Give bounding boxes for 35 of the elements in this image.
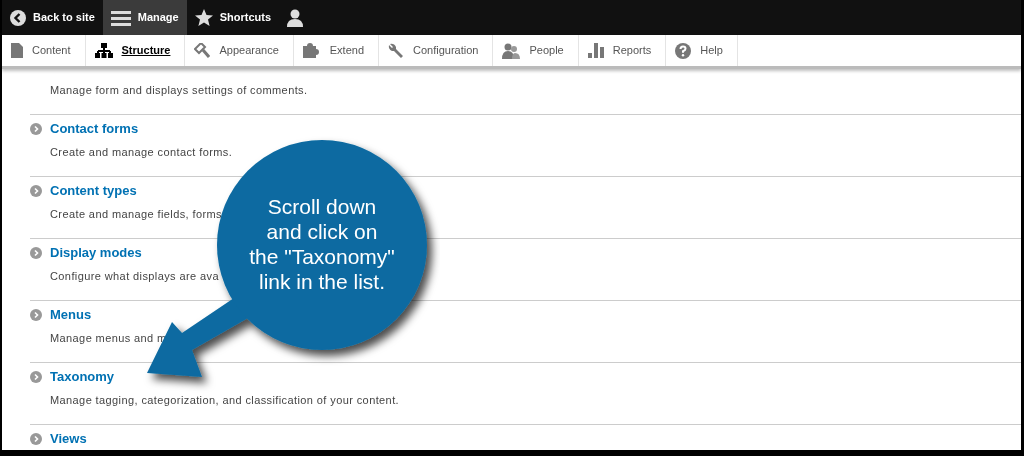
item-description: Configure what displays are ava bbox=[50, 269, 219, 284]
user-icon[interactable] bbox=[287, 8, 304, 27]
item-link[interactable]: Menus bbox=[50, 305, 92, 325]
tab[interactable]: Help bbox=[666, 35, 738, 66]
item-description: Create and manage contact forms. bbox=[50, 145, 233, 160]
help-icon bbox=[675, 42, 692, 59]
bar-chart-icon bbox=[587, 43, 604, 58]
toolbar-button[interactable]: Back to site bbox=[2, 0, 103, 35]
tab[interactable]: Structure bbox=[85, 35, 186, 66]
tab[interactable]: People bbox=[493, 35, 579, 66]
people-icon bbox=[502, 42, 521, 59]
tab[interactable]: Content bbox=[2, 35, 86, 66]
toolbar-button[interactable]: Shortcuts bbox=[186, 0, 280, 35]
star-icon bbox=[194, 9, 213, 26]
item-link[interactable]: Content types bbox=[50, 181, 137, 201]
paint-brush-icon bbox=[194, 43, 211, 58]
item-description: Manage tagging, categorization, and classification of your content. bbox=[50, 393, 400, 408]
wrench-icon bbox=[388, 42, 404, 59]
item-link[interactable]: Taxonomy bbox=[50, 367, 115, 387]
toolbar-button[interactable]: Manage bbox=[102, 0, 187, 35]
menu-icon bbox=[110, 9, 131, 26]
item-link[interactable]: Display modes bbox=[50, 243, 142, 263]
document-icon bbox=[11, 43, 23, 58]
item-link[interactable]: Views bbox=[50, 429, 87, 449]
item-link[interactable]: Contact forms bbox=[50, 119, 139, 139]
tab[interactable]: Configuration bbox=[379, 35, 494, 66]
tab[interactable]: Extend bbox=[293, 35, 379, 66]
item-description: Create and manage fields, forms bbox=[50, 207, 222, 222]
back-icon bbox=[10, 9, 26, 26]
hierarchy-icon bbox=[94, 43, 113, 58]
puzzle-icon bbox=[302, 43, 321, 58]
tab[interactable]: Appearance bbox=[185, 35, 294, 66]
tab[interactable]: Reports bbox=[578, 35, 667, 66]
item-description: Manage form and displays settings of comments. bbox=[50, 83, 308, 98]
callout-text: Scroll down and click on the "Taxonomy" link in the list. bbox=[248, 194, 396, 294]
